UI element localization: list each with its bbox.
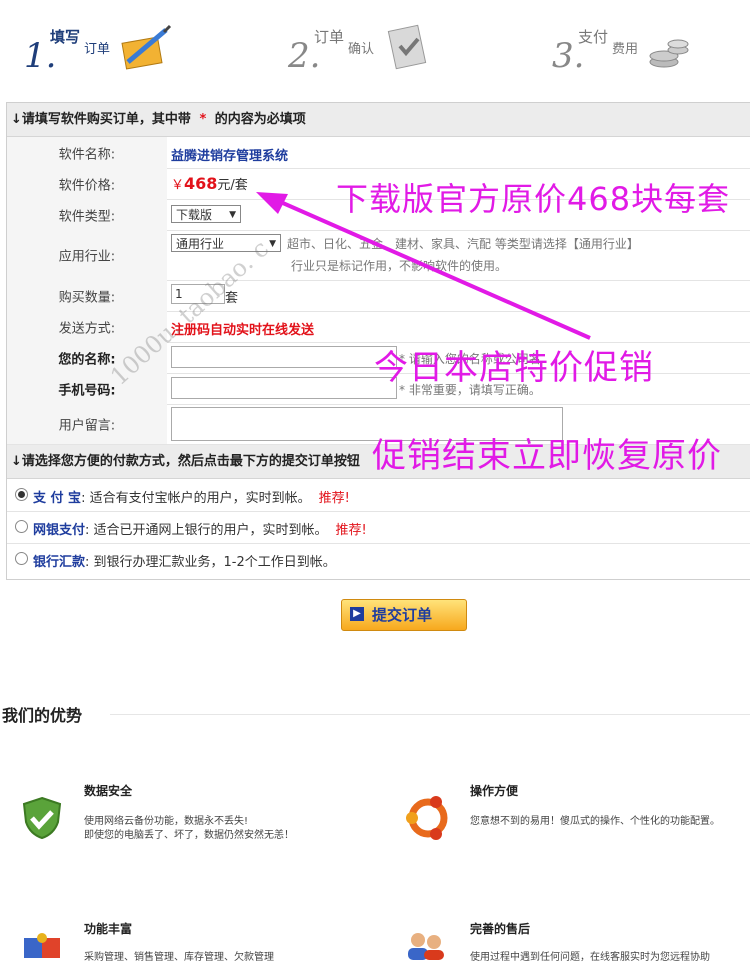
- software-name-value: 益腾进销存管理系统: [171, 149, 289, 164]
- promo-restore-price: 促销结束立即恢复原价: [372, 436, 722, 476]
- your-name-input[interactable]: [171, 346, 397, 368]
- row-software-name: 软件名称: 益腾进销存管理系统: [7, 137, 750, 169]
- order-section-header: ↓请填写软件购买订单，其中带 * 的内容为必填项: [7, 103, 750, 137]
- software-type-label: 软件类型:: [58, 209, 116, 224]
- industry-hint-2: 行业只是标记作用，不影响软件的使用。: [291, 259, 508, 273]
- message-label: 用户留言:: [58, 418, 116, 434]
- industry-hint-1: 超市、日化、五金、建材、家具、汽配 等类型请选择【通用行业】: [287, 237, 639, 251]
- row-delivery: 发送方式: 注册码自动实时在线发送: [7, 311, 750, 343]
- payment-option-alipay[interactable]: 支 付 宝: 适合有支付宝帐户的用户，实时到帐。 推荐!: [7, 479, 750, 512]
- industry-label: 应用行业:: [58, 249, 116, 265]
- software-name-label: 软件名称:: [58, 147, 116, 162]
- promo-special-sale: 今日本店特价促销: [374, 348, 654, 388]
- dropdown-arrow-icon: ▼: [229, 210, 236, 220]
- payment-option-netbank[interactable]: 网银支付: 适合已开通网上银行的用户，实时到帐。 推荐!: [7, 511, 750, 544]
- ubuntu-logo-icon: [406, 796, 448, 840]
- radio-icon[interactable]: [15, 520, 28, 533]
- promo-original-price: 下载版官方原价468块每套: [336, 180, 731, 218]
- quantity-label: 购买数量:: [58, 290, 116, 305]
- phone-input[interactable]: [171, 377, 397, 399]
- step-subtitle: 费用: [612, 42, 639, 57]
- pencil-paper-icon: [121, 24, 172, 70]
- row-industry: 应用行业: 通用行业 ▼ 超市、日化、五金、建材、家具、汽配 等类型请选择【通用行…: [7, 230, 750, 281]
- software-type-select[interactable]: 下载版 ▼: [171, 205, 241, 223]
- payment-option-bank-transfer[interactable]: 银行汇款: 到银行办理汇款业务，1-2个工作日到帐。: [7, 543, 750, 575]
- step-title: 订单: [314, 28, 345, 46]
- radio-selected-icon[interactable]: [15, 488, 28, 501]
- phone-label: 手机号码:: [58, 383, 116, 398]
- step-3-pay: 3. 支付 费用: [552, 22, 702, 77]
- step-1-fill-order: 1. 填写 订单: [24, 22, 174, 77]
- document-check-icon: [387, 24, 427, 70]
- users-icon: [408, 933, 444, 960]
- submit-order-button[interactable]: ▶ 提交订单: [341, 599, 467, 631]
- delivery-label: 发送方式:: [58, 321, 116, 336]
- puzzle-icon: [24, 933, 60, 958]
- step-2-confirm-order: 2. 订单 确认: [288, 22, 438, 77]
- software-price-value: ￥468元/套: [171, 174, 248, 193]
- step-subtitle: 订单: [84, 42, 111, 57]
- step-title: 支付: [578, 28, 609, 46]
- divider: [110, 714, 750, 715]
- arrow-right-icon: ▶: [350, 607, 364, 621]
- step-title: 填写: [50, 28, 81, 46]
- software-price-label: 软件价格:: [58, 178, 116, 193]
- coins-icon: [649, 39, 689, 68]
- radio-icon[interactable]: [15, 552, 28, 565]
- advantages-title: 我们的优势: [2, 706, 83, 725]
- shield-check-icon: [22, 796, 62, 840]
- step-subtitle: 确认: [348, 42, 375, 57]
- row-quantity: 购买数量: 1 套: [7, 280, 750, 312]
